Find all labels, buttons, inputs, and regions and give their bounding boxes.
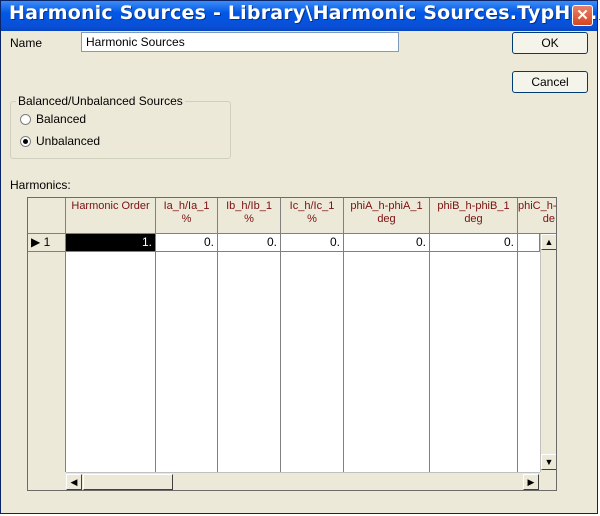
row-header-empty-area: [28, 252, 66, 472]
current-row-marker: ▶: [31, 235, 41, 249]
harmonic-sources-dialog: Harmonic Sources - Library\Harmonic Sour…: [0, 0, 600, 514]
column-header-line2: deg: [377, 213, 396, 225]
unbalanced-radio-dot[interactable]: [20, 135, 31, 147]
cell-phib[interactable]: 0.: [430, 234, 518, 252]
name-label: Name: [10, 36, 43, 50]
row-header-1[interactable]: ▶ 1: [28, 234, 66, 252]
column-header-line1: Harmonic Order: [71, 200, 150, 212]
column-header-line1: Ia_h/Ia_1: [163, 200, 210, 212]
cell-ic[interactable]: 0.: [281, 234, 344, 252]
balanced-radio[interactable]: Balanced: [20, 112, 86, 126]
column-header-ic[interactable]: Ic_h/Ic_1 %: [281, 198, 344, 234]
column-header-ia[interactable]: Ia_h/Ia_1 %: [156, 198, 218, 234]
cell-ia[interactable]: 0.: [156, 234, 218, 252]
column-divider: [217, 252, 218, 472]
column-header-line1: Ib_h/Ib_1: [226, 200, 272, 212]
unbalanced-radio[interactable]: Unbalanced: [20, 134, 100, 148]
column-header-line2: %: [181, 213, 192, 225]
row-index: 1: [43, 235, 51, 249]
harmonics-label: Harmonics:: [10, 178, 71, 192]
column-header-phic[interactable]: phiC_h- de: [518, 198, 557, 234]
balanced-radio-label: Balanced: [36, 112, 87, 126]
horizontal-scrollbar[interactable]: ◀ ▶: [66, 472, 540, 490]
cancel-button[interactable]: Cancel: [512, 71, 588, 93]
title-bar[interactable]: Harmonic Sources - Library\Harmonic Sour…: [1, 1, 600, 31]
cell-phia[interactable]: 0.: [344, 234, 430, 252]
column-header-line2: deg: [464, 213, 483, 225]
cell-ib[interactable]: 0.: [218, 234, 281, 252]
column-header-line1: Ic_h/Ic_1: [289, 200, 335, 212]
horizontal-scroll-thumb[interactable]: [83, 474, 173, 490]
cell-harmonic-order[interactable]: 1.: [66, 234, 156, 252]
cell-phic[interactable]: [518, 234, 540, 252]
column-divider: [517, 252, 518, 472]
column-divider: [343, 252, 344, 472]
ok-button[interactable]: OK: [512, 32, 588, 54]
column-header-ib[interactable]: Ib_h/Ib_1 %: [218, 198, 281, 234]
name-input[interactable]: Harmonic Sources: [81, 32, 399, 52]
scroll-up-icon[interactable]: ▲: [541, 234, 556, 250]
column-divider: [429, 252, 430, 472]
table-body[interactable]: [66, 234, 540, 472]
column-header-phia[interactable]: phiA_h-phiA_1 deg: [344, 198, 430, 234]
column-header-line1: phiC_h-: [518, 200, 557, 212]
balance-group-title: Balanced/Unbalanced Sources: [16, 94, 185, 108]
column-header-harmonic-order[interactable]: Harmonic Order: [66, 198, 156, 234]
column-header-line1: phiA_h-phiA_1: [350, 200, 423, 212]
balance-groupbox: Balanced/Unbalanced Sources Balanced Unb…: [10, 94, 231, 159]
scroll-down-icon[interactable]: ▼: [541, 454, 556, 470]
close-button[interactable]: ✕: [572, 5, 593, 26]
column-divider: [155, 252, 156, 472]
balanced-radio-dot[interactable]: [20, 113, 31, 125]
column-header-line2: %: [244, 213, 254, 225]
column-header-line2: %: [307, 213, 317, 225]
corner-header: [28, 198, 66, 234]
column-divider: [280, 252, 281, 472]
window-title: Harmonic Sources - Library\Harmonic Sour…: [9, 2, 600, 24]
vertical-scrollbar[interactable]: ▲ ▼: [540, 234, 556, 472]
harmonics-table: Harmonic Order Ia_h/Ia_1 % Ib_h/Ib_1 % I…: [27, 197, 557, 491]
column-header-phib[interactable]: phiB_h-phiB_1 deg: [430, 198, 518, 234]
scroll-left-icon[interactable]: ◀: [66, 474, 82, 490]
column-header-line2: de: [542, 213, 555, 225]
column-header-line1: phiB_h-phiB_1: [437, 200, 510, 212]
unbalanced-radio-label: Unbalanced: [36, 134, 101, 148]
scroll-right-icon[interactable]: ▶: [523, 474, 539, 490]
scrollbar-corner: [540, 472, 556, 490]
